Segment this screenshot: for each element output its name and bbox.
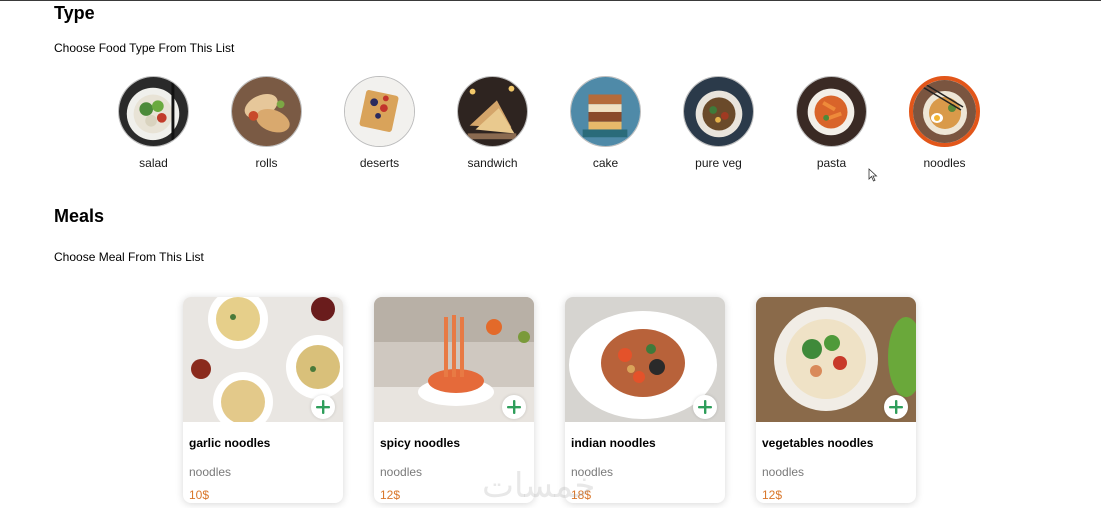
meal-category: noodles: [189, 465, 232, 479]
meal-category: noodles: [380, 465, 423, 479]
food-type-label: pure veg: [695, 156, 742, 170]
meal-name: spicy noodles: [380, 436, 461, 450]
spicy-noodles-image: [374, 297, 534, 422]
type-section-subtitle: Choose Food Type From This List: [54, 41, 235, 55]
noodles-image: [909, 76, 980, 147]
plus-icon: [889, 400, 903, 414]
deserts-image: [344, 76, 415, 147]
food-type-label: pasta: [816, 156, 847, 170]
food-type-cake[interactable]: cake: [569, 76, 642, 170]
meals-section-title: Meals: [54, 206, 105, 226]
meals-section-subtitle: Choose Meal From This List: [54, 250, 204, 264]
food-type-label: rolls: [255, 156, 278, 170]
food-type-label: cake: [592, 156, 619, 170]
food-type-deserts[interactable]: deserts: [343, 76, 416, 170]
add-to-cart-button[interactable]: [693, 395, 717, 419]
meal-price: 12$: [380, 488, 401, 502]
plus-icon: [698, 400, 712, 414]
meal-card-garlic-noodles[interactable]: garlic noodles noodles 10$: [183, 297, 343, 503]
plus-icon: [316, 400, 330, 414]
meal-price: 12$: [762, 488, 783, 502]
plus-icon: [507, 400, 521, 414]
top-border: [0, 0, 1101, 1]
garlic-noodles-image: [183, 297, 343, 422]
meal-category: noodles: [762, 465, 805, 479]
pure-veg-image: [683, 76, 754, 147]
meal-price: 10$: [189, 488, 210, 502]
add-to-cart-button[interactable]: [502, 395, 526, 419]
food-type-list: salad rolls deserts sandwich cake pure v…: [117, 76, 981, 170]
salad-image: [118, 76, 189, 147]
mouse-cursor-icon: [868, 168, 878, 182]
food-type-label: deserts: [359, 156, 400, 170]
meal-name: garlic noodles: [189, 436, 271, 450]
food-type-rolls[interactable]: rolls: [230, 76, 303, 170]
food-type-label: salad: [139, 156, 168, 170]
food-type-sandwich[interactable]: sandwich: [456, 76, 529, 170]
sandwich-image: [457, 76, 528, 147]
watermark: خمسات: [482, 466, 596, 506]
vegetables-noodles-image: [756, 297, 916, 422]
meal-name: indian noodles: [571, 436, 656, 450]
food-type-noodles[interactable]: noodles: [908, 76, 981, 170]
add-to-cart-button[interactable]: [884, 395, 908, 419]
add-to-cart-button[interactable]: [311, 395, 335, 419]
meal-card-vegetables-noodles[interactable]: vegetables noodles noodles 12$: [756, 297, 916, 503]
food-type-salad[interactable]: salad: [117, 76, 190, 170]
type-section-title: Type: [54, 3, 95, 23]
cake-image: [570, 76, 641, 147]
food-type-pasta[interactable]: pasta: [795, 76, 868, 170]
rolls-image: [231, 76, 302, 147]
indian-noodles-image: [565, 297, 725, 422]
food-type-label: sandwich: [467, 156, 518, 170]
pasta-image: [796, 76, 867, 147]
meal-name: vegetables noodles: [762, 436, 874, 450]
food-type-pure-veg[interactable]: pure veg: [682, 76, 755, 170]
food-type-label: noodles: [923, 156, 966, 170]
